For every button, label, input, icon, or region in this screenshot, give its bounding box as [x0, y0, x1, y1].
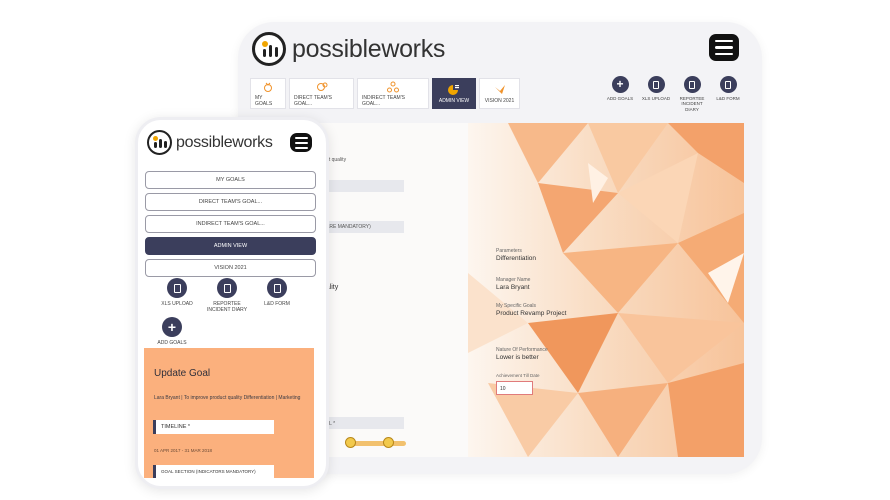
action-label: L&D FORM: [264, 301, 290, 307]
plus-icon: +: [611, 76, 629, 93]
panel-title: Update Goal: [154, 368, 211, 379]
tablet-content-area: oduct quality RS ARE MANDATORY) quality …: [310, 123, 744, 457]
tablet-action-bar: + ADD GOALS XLS UPLOAD REPORTEE INCIDENT…: [604, 76, 744, 112]
field-label: Nature Of Performance: [496, 347, 548, 353]
brand-logo[interactable]: possibleworks: [147, 130, 273, 155]
add-goals-button[interactable]: + ADD GOALS: [152, 317, 192, 346]
menu-line: [294, 141, 308, 144]
parameters-field: Parameters Differentiation: [496, 248, 536, 262]
form-left-column: oduct quality RS ARE MANDATORY) quality …: [310, 123, 470, 457]
marketing-composite: possibleworks MY GOALS DIRECT TEAM'S GOA…: [0, 0, 890, 500]
menu-line: [715, 46, 733, 49]
brand-name: possibleworks: [292, 34, 446, 63]
brand-name: possibleworks: [176, 133, 273, 151]
action-label: XLS UPLOAD: [641, 96, 671, 101]
phone-device: possibleworks MY GOALS DIRECT TEAM'S GOA…: [135, 117, 329, 489]
logo-mark-icon: [252, 32, 286, 66]
reportee-incident-diary-button[interactable]: REPORTEE INCIDENT DIARY: [202, 278, 252, 313]
hamburger-menu-button[interactable]: [709, 34, 739, 61]
manager-name-field: Manager Name Lara Bryant: [496, 277, 530, 291]
timeline-field[interactable]: TIMELINE *: [153, 420, 274, 434]
tab-label: MY GOALS: [255, 94, 273, 107]
field-value: Differentiation: [496, 255, 536, 262]
slider-handle[interactable]: [383, 437, 394, 448]
menu-line: [715, 39, 733, 43]
nav-admin-view[interactable]: ADMIN VIEW: [145, 237, 316, 255]
document-icon: [167, 278, 187, 298]
action-label: REPORTEE INCIDENT DIARY: [206, 301, 248, 313]
nav-vision-2021[interactable]: VISION 2021: [145, 259, 316, 277]
field-value: Lower is better: [496, 354, 539, 361]
field-value: Lara Bryant: [496, 284, 530, 291]
ld-form-button[interactable]: L&D FORM: [712, 76, 744, 112]
logo-mark-icon: [147, 130, 172, 155]
document-icon: [267, 278, 287, 298]
tab-direct-team-goals[interactable]: DIRECT TEAM'S GOAL...: [289, 78, 354, 109]
xls-upload-button[interactable]: XLS UPLOAD: [152, 278, 202, 313]
specific-goals-field: My Specific Goals Product Revamp Project: [496, 303, 566, 317]
tab-label: INDIRECT TEAM'S GOAL...: [362, 94, 405, 107]
nav-my-goals[interactable]: MY GOALS: [145, 171, 316, 189]
update-goal-panel: Update Goal Lara Bryant | To improve pro…: [144, 348, 314, 478]
hamburger-menu-button[interactable]: [290, 133, 312, 152]
xls-upload-button[interactable]: XLS UPLOAD: [640, 76, 672, 112]
action-label: ADD GOALS: [157, 340, 187, 346]
nav-indirect-team-goals[interactable]: INDIRECT TEAM'S GOAL...: [145, 215, 316, 233]
panel-subtitle: Lara Bryant | To improve product quality…: [154, 395, 301, 401]
add-goals-button[interactable]: + ADD GOALS: [604, 76, 636, 112]
field-label: Manager Name: [496, 277, 531, 283]
bird-icon: [494, 84, 505, 94]
reportee-incident-diary-button[interactable]: REPORTEE INCIDENT DIARY: [676, 76, 708, 112]
field-value: Product Revamp Project: [496, 310, 567, 317]
achievement-input[interactable]: 10: [496, 381, 533, 395]
document-icon: [217, 278, 237, 298]
action-label: L&D FORM: [716, 96, 740, 101]
menu-line: [715, 52, 733, 56]
field-label: Parameters: [496, 248, 522, 254]
tab-label: DIRECT TEAM'S GOAL...: [294, 94, 332, 107]
slider-handle[interactable]: [345, 437, 356, 448]
plus-icon: +: [162, 317, 182, 337]
chart-icon: [448, 84, 459, 95]
tab-indirect-team-goals[interactable]: INDIRECT TEAM'S GOAL...: [357, 78, 429, 109]
menu-line: [294, 136, 308, 139]
team-icon: [316, 82, 327, 91]
tab-vision-2021[interactable]: VISION 2021: [479, 78, 520, 109]
trophy-icon: [264, 82, 272, 92]
document-icon: [683, 76, 701, 93]
hierarchy-icon: [387, 81, 399, 92]
action-label: REPORTEE INCIDENT DIARY: [679, 96, 705, 112]
goal-section-field[interactable]: GOAL SECTION (INDICATORS MANDATORY): [153, 465, 274, 478]
field-label: My Specific Goals: [496, 303, 537, 309]
achievement-label: Achievement Till Date: [496, 373, 540, 378]
menu-line: [294, 146, 308, 149]
timeline-dates: 01 APR 2017 - 31 MAR 2018: [154, 448, 213, 453]
tab-admin-view[interactable]: ADMIN VIEW: [432, 78, 476, 109]
tab-label: ADMIN VIEW: [438, 97, 470, 104]
phone-nav-list: MY GOALS DIRECT TEAM'S GOAL... INDIRECT …: [145, 171, 316, 277]
timeline-slider-track[interactable]: [350, 441, 406, 446]
document-icon: [719, 76, 737, 93]
nature-of-performance-field: Nature Of Performance Lower is better: [496, 347, 548, 361]
action-label: ADD GOALS: [606, 96, 634, 101]
ld-form-button[interactable]: L&D FORM: [252, 278, 302, 313]
tab-my-goals[interactable]: MY GOALS: [250, 78, 286, 109]
tab-label: VISION 2021: [484, 97, 515, 104]
nav-direct-team-goals[interactable]: DIRECT TEAM'S GOAL...: [145, 193, 316, 211]
brand-logo[interactable]: possibleworks: [252, 32, 445, 66]
phone-action-row: XLS UPLOAD REPORTEE INCIDENT DIARY L&D F…: [152, 278, 302, 313]
document-icon: [647, 76, 665, 93]
action-label: XLS UPLOAD: [161, 301, 193, 307]
tablet-tab-bar: MY GOALS DIRECT TEAM'S GOAL... INDIRECT …: [250, 78, 520, 109]
